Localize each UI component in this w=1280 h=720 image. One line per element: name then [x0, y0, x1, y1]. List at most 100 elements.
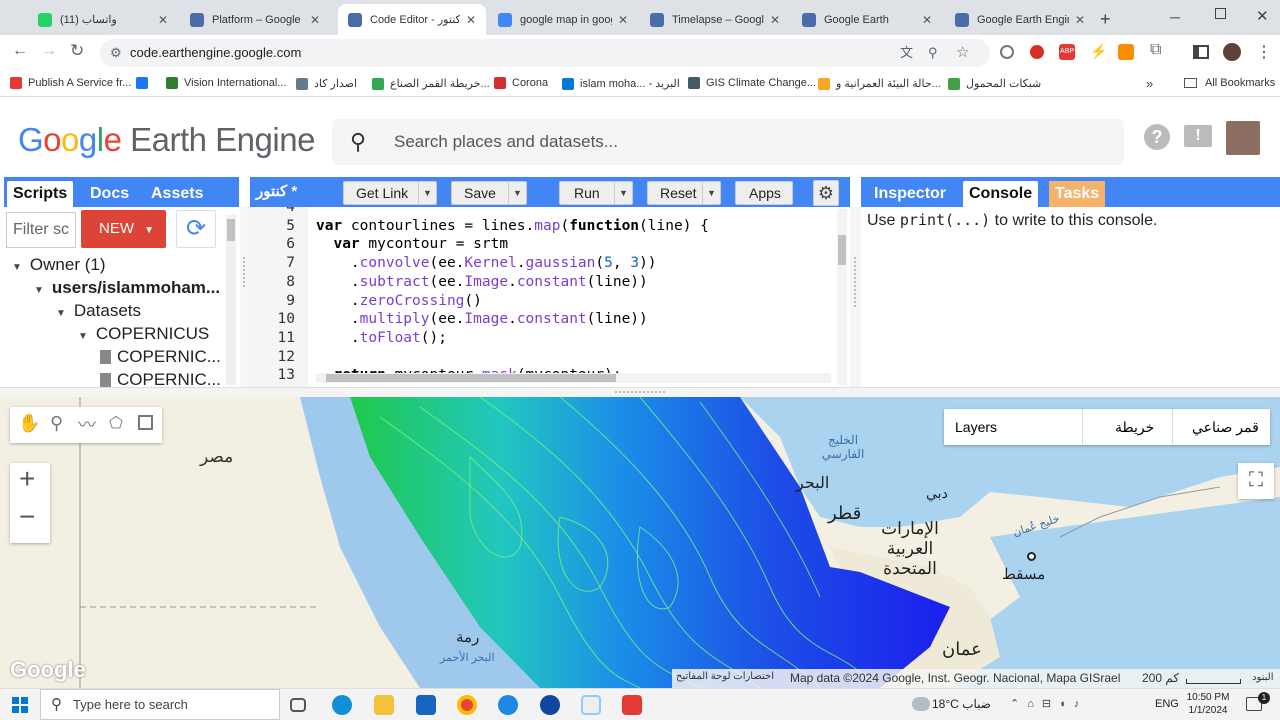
polygon-draw-icon[interactable]: ⬠ [109, 413, 123, 433]
bookmark-item[interactable]: Corona [494, 77, 548, 89]
satellite-button[interactable]: قمر صناعي [1192, 419, 1259, 436]
chevron-down-icon[interactable]: ▼ [614, 182, 632, 204]
tab-tasks[interactable]: Tasks [1049, 181, 1106, 207]
language-indicator[interactable]: ENG [1155, 698, 1179, 710]
bookmark-item[interactable]: حالة البيئة العمرانية و... [818, 77, 941, 90]
tree-folder[interactable]: ▼ COPERNICUS [78, 324, 209, 344]
tree-file[interactable]: COPERNIC... [100, 347, 221, 367]
forward-icon[interactable]: → [41, 42, 57, 60]
browser-tab[interactable]: Google Earth ✕ [792, 4, 942, 35]
tab-docs[interactable]: Docs [84, 181, 135, 207]
clock[interactable]: 10:50 PM 1/1/2024 [1186, 691, 1230, 717]
bookmark-item[interactable]: خريطة القمر الصناع... [372, 77, 490, 90]
back-icon[interactable]: ← [12, 42, 28, 60]
browser-tab[interactable]: google map in goog ✕ [488, 4, 638, 35]
feedback-icon[interactable]: ! [1184, 125, 1212, 147]
right-splitter[interactable] [850, 207, 861, 387]
browser-tab[interactable]: Platform – Google Ea✕ [180, 4, 330, 35]
tree-folder[interactable]: ▼ users/islammoham... [34, 278, 220, 298]
tab-console[interactable]: Console [963, 181, 1039, 207]
minimize-button[interactable]: ─ [1170, 9, 1180, 25]
close-tab-icon[interactable]: ✕ [460, 13, 476, 27]
weather-icon[interactable] [912, 697, 930, 711]
side-panel-icon[interactable] [1193, 45, 1209, 59]
weather-text[interactable]: 18°C ضباب [932, 697, 991, 711]
close-window-button[interactable]: ✕ [1256, 7, 1269, 25]
tray-icons[interactable]: ⌃⌂⊟◖♪ [1010, 697, 1087, 710]
terms-link[interactable]: البنود [1252, 672, 1273, 683]
bookmark-item[interactable] [136, 77, 154, 89]
help-icon[interactable]: ? [1144, 124, 1170, 150]
bookmark-item[interactable]: شبكات المحمول [948, 77, 1041, 90]
close-tab-icon[interactable]: ✕ [916, 13, 932, 27]
apps-button[interactable]: Apps [735, 181, 793, 205]
close-tab-icon[interactable]: ✕ [304, 13, 320, 27]
gee-logo[interactable]: Google Earth Engine [18, 121, 315, 159]
search-places-input[interactable]: ⚲ Search places and datasets... [332, 119, 1124, 165]
app-pdf-icon[interactable] [622, 695, 642, 715]
bookmark-item[interactable]: اصدار كاد [296, 77, 357, 90]
layers-button[interactable]: Layers [955, 419, 997, 435]
mail-icon[interactable] [416, 695, 436, 715]
map-type-button[interactable]: خريطة [1115, 419, 1154, 436]
browser-tab[interactable]: Timelapse – Google ✕ [640, 4, 790, 35]
new-script-button[interactable]: NEW ▼ [81, 210, 166, 248]
fullscreen-icon[interactable]: ⛶ [1238, 463, 1274, 499]
edge-icon[interactable] [332, 695, 352, 715]
extension-pokeball-icon[interactable] [1030, 45, 1044, 59]
marker-pin-icon[interactable]: ⚲ [50, 413, 63, 434]
taskbar-search-input[interactable]: ⚲ Type here to search [40, 689, 280, 720]
app-search-icon[interactable] [540, 695, 560, 715]
get-link-button[interactable]: Get Link ▼ [343, 181, 437, 205]
extension-pen-icon[interactable] [1118, 44, 1134, 60]
zoom-out-button[interactable]: − [19, 501, 35, 533]
map-splitter[interactable] [0, 387, 1280, 397]
editor-hscrollbar[interactable] [316, 373, 831, 383]
reload-icon[interactable]: ↻ [70, 41, 84, 61]
tree-folder[interactable]: ▼ Datasets [56, 301, 141, 321]
left-splitter[interactable] [240, 207, 250, 387]
tab-assets[interactable]: Assets [145, 181, 209, 207]
keyboard-shortcuts-link[interactable]: اختصارات لوحة المفاتيح [676, 671, 774, 682]
tree-file[interactable]: COPERNIC... [100, 370, 221, 387]
rectangle-draw-icon[interactable] [138, 415, 153, 430]
extension-globe-icon[interactable] [1000, 45, 1014, 59]
hand-pan-icon[interactable]: ✋ [18, 413, 40, 434]
task-view-icon[interactable] [290, 698, 306, 712]
app-icon[interactable] [498, 695, 518, 715]
new-tab-button[interactable]: + [1100, 9, 1111, 30]
code-editor[interactable]: 4 5 var contourlines = lines.map(function(… [250, 207, 850, 387]
app-c-icon[interactable] [581, 695, 601, 715]
save-button[interactable]: Save ▼ [451, 181, 527, 205]
close-tab-icon[interactable]: ✕ [152, 13, 168, 27]
bookmark-item[interactable]: Publish A Service fr... [10, 77, 131, 89]
bookmark-star-icon[interactable]: ☆ [956, 39, 969, 67]
zoom-in-button[interactable]: + [19, 463, 35, 495]
close-tab-icon[interactable]: ✕ [764, 13, 780, 27]
tab-scripts[interactable]: Scripts [7, 181, 74, 207]
filter-scripts-input[interactable]: Filter sc [6, 212, 76, 248]
bookmarks-overflow-icon[interactable]: » [1146, 76, 1153, 91]
bookmark-item[interactable]: islam moha... - البريد [562, 77, 680, 90]
close-tab-icon[interactable]: ✕ [1069, 13, 1085, 27]
zoom-icon[interactable]: ⚲ [928, 39, 938, 67]
bookmark-item[interactable]: GIS Climate Change... [688, 77, 816, 89]
browser-tab[interactable]: (11) واتساب ✕ [28, 4, 178, 35]
map-view[interactable]: ✋ ⚲ 〰 ⬠ + − Layers خريطة قمر صناعي ⛶ مصر… [0, 397, 1280, 688]
extension-bolt-icon[interactable]: ⚡ [1090, 43, 1107, 60]
run-button[interactable]: Run ▼ [559, 181, 633, 205]
chrome-icon[interactable] [457, 695, 477, 715]
chevron-down-icon[interactable]: ▼ [702, 182, 720, 204]
tree-folder[interactable]: ▼ Owner (1) [12, 255, 105, 275]
refresh-icon[interactable]: ⟳ [176, 210, 216, 248]
maximize-button[interactable] [1215, 8, 1226, 19]
windows-start-icon[interactable] [12, 697, 28, 713]
extensions-puzzle-icon[interactable]: ⧉ [1150, 41, 1161, 59]
browser-tab[interactable]: Google Earth Engine ✕ [945, 4, 1095, 35]
chevron-down-icon[interactable]: ▼ [418, 182, 436, 204]
adblock-icon[interactable]: ABP [1059, 44, 1075, 60]
all-bookmarks-button[interactable]: All Bookmarks [1184, 77, 1275, 89]
user-avatar[interactable] [1226, 121, 1260, 155]
url-input[interactable]: ⚙ code.earthengine.google.com 文 ⚲ ☆ [100, 39, 990, 67]
settings-gear-icon[interactable]: ⚙ [813, 180, 839, 206]
